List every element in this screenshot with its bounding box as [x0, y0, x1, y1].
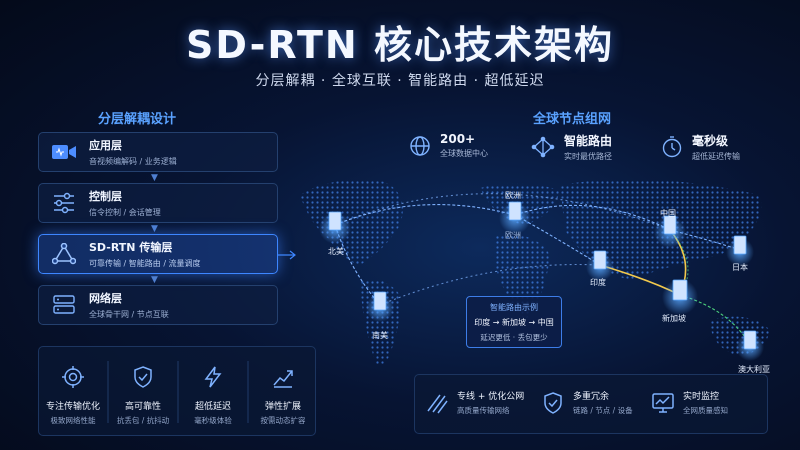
network-feature-name: 多重冗余 [573, 392, 610, 402]
monitor-chart-icon [652, 392, 674, 413]
callout-note: 延迟更低 · 丢包更少 [480, 333, 548, 342]
layers-section-title: 分层解耦设计 [98, 112, 177, 127]
route-mid: 新加坡 [502, 318, 526, 327]
down-arrow-icon: ▼ [151, 275, 158, 285]
layer-name: 应用层 [89, 139, 122, 152]
node-label-north-america: 北美 [328, 247, 344, 256]
network-feature-item: 多重冗余链路 / 节点 / 设备 [541, 389, 633, 416]
route-from: 印度 [474, 318, 491, 327]
features-panel: 专注传输优化 极致网络性能 高可靠性 抗丢包 / 抗抖动 超低延迟 毫秒级体验 … [38, 346, 316, 436]
layer-name: 网络层 [89, 292, 122, 305]
node-label-japan: 日本 [732, 263, 748, 272]
network-feature-desc: 高质量传输网络 [457, 406, 510, 415]
layer-transport: SD-RTN 传输层可靠传输 / 智能路由 / 流量调度 [38, 234, 278, 274]
stat-value: 毫秒级 [692, 134, 729, 148]
down-arrow-icon: ▼ [151, 224, 158, 234]
stat-desc: 全球数据中心 [440, 149, 488, 158]
stat-value: 200+ [440, 132, 476, 146]
node-label-singapore: 新加坡 [662, 314, 686, 323]
page-title: SD-RTN 核心技术架构 [186, 23, 614, 67]
stopwatch-icon [662, 136, 682, 158]
stat-datacenters: 200+ 全球数据中心 [408, 132, 488, 159]
layer-name: 控制层 [89, 190, 122, 203]
stat-value: 智能路由 [564, 134, 613, 148]
layer-network: 网络层全球骨干网 / 节点互联 [38, 285, 278, 325]
lines-icon [427, 394, 448, 413]
node-label-india: 印度 [590, 278, 606, 287]
server-icon [53, 295, 75, 314]
shield-check-icon [544, 391, 562, 414]
network-feature-name: 专线 + 优化公网 [457, 392, 525, 402]
route-arrow-icon: → [528, 318, 536, 327]
layer-name: SD-RTN 传输层 [89, 241, 173, 254]
feature-dividers [107, 361, 249, 423]
node-label-south-america: 南美 [372, 331, 388, 340]
node-label-europe-sub: 欧洲 [505, 231, 521, 240]
routing-network-icon [531, 136, 555, 158]
page-subtitle: 分层解耦 · 全球互联 · 智能路由 · 超低延迟 [255, 73, 545, 89]
sliders-icon [54, 192, 74, 214]
network-feature-name: 实时监控 [683, 392, 720, 402]
layer-desc: 音视频编解码 / 业务逻辑 [89, 157, 177, 166]
routing-example-callout: 智能路由示例 印度 → 新加坡 → 中国 延迟更低 · 丢包更少 [466, 296, 562, 348]
node-label-europe: 欧洲 [505, 191, 521, 200]
route-to: 中国 [537, 318, 554, 327]
network-feature-desc: 链路 / 节点 / 设备 [573, 406, 633, 415]
stat-latency: 毫秒级 超低延迟传输 [660, 132, 740, 162]
network-feature-desc: 全网质量感知 [683, 406, 728, 415]
world-map [300, 179, 770, 366]
stat-routing: 智能路由实时最优路径 [530, 132, 612, 162]
layer-desc: 全球骨干网 / 节点互联 [89, 310, 169, 319]
down-arrow-icon: ▼ [151, 173, 158, 183]
route-arrow-icon: → [492, 318, 500, 327]
stat-desc: 实时最优路径 [564, 152, 612, 161]
node-label-china: 中国 [660, 209, 676, 218]
network-triangle-icon [52, 243, 76, 265]
network-feature-item: 专线 + 优化公网 高质量传输网络 [425, 389, 524, 416]
layer-application: 应用层音视频编解码 / 业务逻辑 [38, 132, 278, 172]
video-camera-icon [52, 145, 76, 159]
network-feature-item: 实时监控全网质量感知 [651, 389, 728, 416]
stat-desc: 超低延迟传输 [692, 152, 740, 161]
layer-control: 控制层信令控制 / 会话管理 [38, 183, 278, 223]
network-section-title: 全球节点组网 [533, 112, 612, 127]
layer-desc: 信令控制 / 会话管理 [89, 208, 161, 217]
globe-icon [410, 135, 430, 156]
network-features-panel: 专线 + 优化公网 高质量传输网络 多重冗余链路 / 节点 / 设备 实时监控全网… [414, 374, 768, 434]
callout-title: 智能路由示例 [490, 303, 538, 312]
layer-desc: 可靠传输 / 智能路由 / 流量调度 [89, 259, 201, 268]
callout-route: 印度 → 新加坡 → 中国 [467, 317, 561, 328]
